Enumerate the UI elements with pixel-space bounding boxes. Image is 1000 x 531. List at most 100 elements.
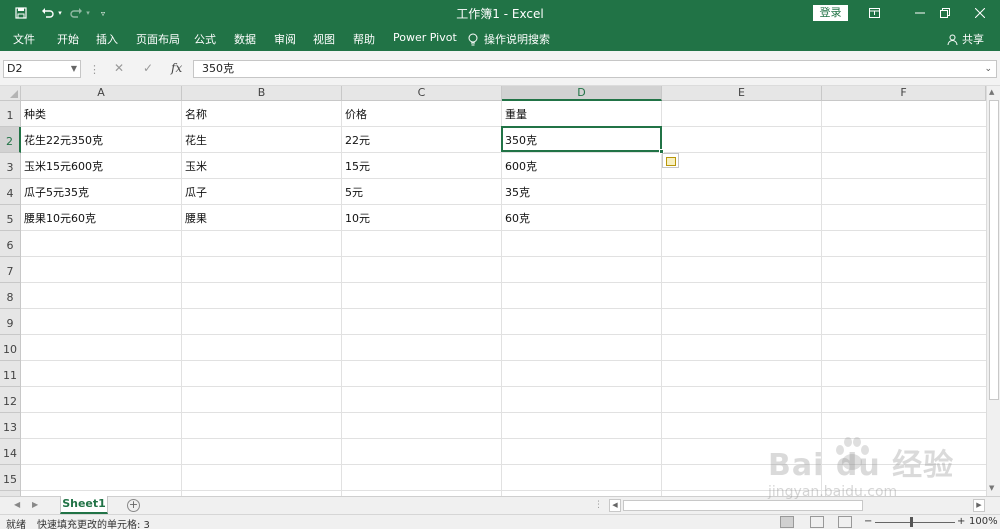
select-all-button[interactable] (0, 86, 21, 101)
cell-d4[interactable]: 35克 (502, 179, 661, 205)
column-header-d[interactable]: D (502, 86, 662, 101)
scroll-down-icon[interactable]: ▼ (989, 484, 994, 492)
tab-home[interactable]: 开始 (57, 31, 79, 47)
cancel-icon[interactable]: ✕ (114, 61, 124, 75)
cell-b3[interactable]: 玉米 (182, 153, 341, 179)
cell-d1[interactable]: 重量 (502, 101, 661, 127)
row-header-7[interactable]: 7 (0, 257, 21, 283)
restore-icon[interactable] (925, 0, 965, 26)
cell-a4[interactable]: 瓜子5元35克 (21, 179, 181, 205)
zoom-slider-thumb[interactable] (910, 517, 913, 527)
previous-sheet-icon[interactable]: ◀ (14, 500, 20, 509)
tab-help[interactable]: 帮助 (353, 31, 375, 47)
row-header-1[interactable]: 1 (0, 101, 21, 127)
page-break-view-icon[interactable] (838, 516, 852, 528)
undo-dropdown-icon[interactable]: ▾ (56, 0, 64, 26)
column-header-c[interactable]: C (342, 86, 502, 101)
insert-function-icon[interactable]: fx (171, 61, 182, 75)
tab-power-pivot[interactable]: Power Pivot (393, 31, 457, 44)
row-header-3[interactable]: 3 (0, 153, 21, 179)
ribbon-tabs: 文件 开始 插入 页面布局 公式 数据 审阅 视图 帮助 Power Pivot… (0, 26, 1000, 51)
gridline (21, 256, 986, 257)
row-header-4[interactable]: 4 (0, 179, 21, 205)
cell-d5[interactable]: 60克 (502, 205, 661, 231)
vertical-scrollbar[interactable]: ▲ ▼ (986, 86, 1000, 496)
gridline (21, 282, 986, 283)
cell-c5[interactable]: 10元 (342, 205, 501, 231)
name-box[interactable]: D2 ▼ (3, 60, 81, 78)
cell-b4[interactable]: 瓜子 (182, 179, 341, 205)
column-header-b[interactable]: B (182, 86, 342, 101)
formula-input[interactable]: 350克 ⌄ (193, 60, 997, 78)
sheet-tab-sheet1[interactable]: Sheet1 (60, 496, 108, 514)
tab-formulas[interactable]: 公式 (194, 31, 216, 47)
chevron-down-icon[interactable]: ▼ (71, 61, 77, 77)
active-cell-outline (501, 126, 664, 154)
tab-file[interactable]: 文件 (13, 31, 35, 47)
column-header-e[interactable]: E (662, 86, 822, 101)
row-header-11[interactable]: 11 (0, 361, 21, 387)
row-header-14[interactable]: 14 (0, 439, 21, 465)
formula-bar-grip-icon[interactable]: ⋮ (89, 63, 100, 76)
next-sheet-icon[interactable]: ▶ (32, 500, 38, 509)
gridline (21, 334, 986, 335)
row-header-2[interactable]: 2 (0, 127, 21, 153)
baidu-jingyan-watermark: Bai du 经验 jingyan.baidu.com (760, 430, 980, 510)
tell-me-search[interactable]: 操作说明搜索 (468, 31, 550, 47)
cell-d3[interactable]: 600克 (502, 153, 661, 179)
zoom-slider[interactable] (875, 522, 955, 523)
cell-c3[interactable]: 15元 (342, 153, 501, 179)
row-header-12[interactable]: 12 (0, 387, 21, 413)
cell-c2[interactable]: 22元 (342, 127, 501, 153)
cell-a1[interactable]: 种类 (21, 101, 181, 127)
column-header-a[interactable]: A (21, 86, 182, 101)
cell-b2[interactable]: 花生 (182, 127, 341, 153)
cell-c1[interactable]: 价格 (342, 101, 501, 127)
row-header-15[interactable]: 15 (0, 465, 21, 491)
zoom-out-icon[interactable]: − (864, 516, 872, 527)
gridline (21, 308, 986, 309)
row-header-6[interactable]: 6 (0, 231, 21, 257)
tab-data[interactable]: 数据 (234, 31, 256, 47)
cell-c4[interactable]: 5元 (342, 179, 501, 205)
page-layout-view-icon[interactable] (810, 516, 824, 528)
share-button[interactable]: 共享 (947, 31, 984, 47)
cell-b1[interactable]: 名称 (182, 101, 341, 127)
flash-fill-options-icon[interactable] (662, 153, 679, 168)
zoom-in-icon[interactable]: + (957, 516, 965, 527)
tab-splitter-icon[interactable]: ⋮ (594, 500, 603, 510)
save-icon[interactable] (12, 0, 30, 26)
tab-view[interactable]: 视图 (313, 31, 335, 47)
tab-insert[interactable]: 插入 (96, 31, 118, 47)
close-icon[interactable] (960, 0, 1000, 26)
expand-formula-icon[interactable]: ⌄ (984, 61, 992, 77)
customize-icon[interactable]: ▿ (96, 0, 110, 26)
undo-icon[interactable] (36, 0, 58, 26)
scroll-left-icon[interactable]: ◀ (609, 499, 621, 512)
window-title: 工作簿1 - Excel (456, 7, 544, 21)
tab-review[interactable]: 审阅 (274, 31, 296, 47)
scroll-up-icon[interactable]: ▲ (989, 88, 994, 96)
login-button[interactable]: 登录 (813, 5, 848, 21)
enter-icon[interactable]: ✓ (143, 61, 153, 75)
tab-page-layout[interactable]: 页面布局 (136, 31, 180, 47)
vertical-scroll-thumb[interactable] (989, 100, 999, 400)
zoom-level[interactable]: 100% (969, 516, 998, 527)
row-header-9[interactable]: 9 (0, 309, 21, 335)
cell-a3[interactable]: 玉米15元600克 (21, 153, 181, 179)
row-header-8[interactable]: 8 (0, 283, 21, 309)
ribbon-display-icon[interactable] (854, 0, 894, 26)
column-header-f[interactable]: F (822, 86, 986, 101)
normal-view-icon[interactable] (780, 516, 794, 528)
redo-dropdown-icon[interactable]: ▾ (84, 0, 92, 26)
cell-b5[interactable]: 腰果 (182, 205, 341, 231)
cell-a5[interactable]: 腰果10元60克 (21, 205, 181, 231)
row-header-13[interactable]: 13 (0, 413, 21, 439)
gridline (21, 412, 986, 413)
title-bar: ▾ ▾ ▿ 工作簿1 - Excel 登录 (0, 0, 1000, 26)
row-header-10[interactable]: 10 (0, 335, 21, 361)
redo-icon[interactable] (66, 0, 86, 26)
row-header-5[interactable]: 5 (0, 205, 21, 231)
cell-a2[interactable]: 花生22元350克 (21, 127, 181, 153)
add-sheet-icon[interactable]: + (127, 499, 140, 512)
